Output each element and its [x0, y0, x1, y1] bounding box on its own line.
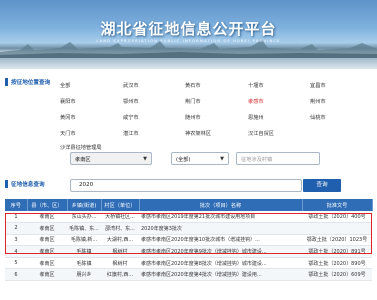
results-table: 序号 县（市、区） 乡镇(街道) 村区（单位） 批次（项目）名称 批准文号 1 … [5, 199, 373, 282]
region-link[interactable]: 天门市 [60, 130, 76, 137]
table-row[interactable]: 6 孝南区 朋兴乡 红旗村,西... 孝感市孝南区2020年度第4批次（增减挂钩… [5, 268, 372, 282]
col-header-village: 村区（单位） [101, 199, 140, 211]
cell-village: 大湖村,西... [101, 234, 139, 247]
cell-village: 邵湾村、东... [101, 222, 139, 235]
cell-index: 3 [5, 234, 27, 247]
cell-village: 大桥镇社区... [101, 211, 139, 224]
site-subtitle: LAND EXPROPRIATION PUBLIC INFORMATION OF… [96, 39, 281, 43]
type-select-value: (全部) [176, 157, 191, 163]
search-button[interactable]: 查询 [303, 179, 341, 192]
col-header-index: 序号 [5, 199, 28, 211]
region-link[interactable]: 黄石市 [185, 82, 201, 89]
region-link[interactable]: 宜昌市 [310, 82, 326, 89]
region-link[interactable]: 襄阳市 [60, 98, 76, 105]
col-header-batch: 批次（项目）名称 [139, 199, 303, 211]
region-section-heading: 按征地位置查询 [5, 78, 50, 86]
cell-approval: 鄂政土批〔2020〕890号 [302, 257, 372, 270]
cell-approval [302, 222, 372, 235]
chevron-down-icon: ▼ [220, 156, 224, 162]
cell-town: 毛陈镇、东... [67, 222, 101, 235]
cell-town: 毛陈镇 [67, 245, 101, 258]
region-link[interactable]: 鄂州市 [123, 98, 139, 105]
region-link[interactable]: 全部 [60, 82, 70, 89]
site-title: 湖北省征地信息公开平台 [100, 20, 277, 38]
village-filter-input[interactable]: 征地涉及村镇 [236, 152, 320, 165]
region-link[interactable]: 随州市 [185, 114, 201, 121]
cell-approval: 鄂政土批〔2020〕609号 [302, 268, 372, 282]
region-link-active[interactable]: 孝感市 [248, 98, 264, 105]
region-link[interactable]: 沙洋县征地管理局 [60, 144, 102, 151]
cell-town: 东山头办... [67, 211, 101, 224]
cell-county: 孝南区 [27, 222, 67, 235]
info-section-label: 征地信息查询 [11, 182, 45, 188]
cell-index: 6 [5, 268, 27, 282]
region-link[interactable]: 荆门市 [185, 98, 201, 105]
cell-batch[interactable]: 孝感市孝南区2019年度第21批次城市建设用地项目 [139, 211, 302, 224]
district-select[interactable]: 孝南区 ▼ [70, 152, 152, 165]
cell-town: 朋兴乡 [67, 268, 101, 282]
cell-approval: 鄂政土批〔2020〕1023号 [302, 234, 372, 247]
region-link[interactable]: 黄冈市 [60, 114, 76, 121]
cell-county: 孝南区 [27, 234, 67, 247]
cell-town: 毛陈镇,新... [67, 234, 101, 247]
cell-index: 2 [5, 222, 27, 235]
region-link[interactable]: 咸宁市 [123, 114, 139, 121]
heading-bar-icon [5, 78, 8, 86]
cell-index: 4 [5, 245, 27, 258]
heading-bar-icon [5, 180, 8, 188]
cell-batch[interactable]: 孝感市孝南区2020年度第8批次（增减挂钩）城市建设... [139, 257, 302, 270]
header-banner: 湖北省征地信息公开平台 LAND EXPROPRIATION PUBLIC IN… [0, 0, 377, 69]
region-link[interactable]: 十堰市 [248, 82, 264, 89]
region-link[interactable]: 武汉市 [123, 82, 139, 89]
cell-county: 孝南区 [27, 257, 67, 270]
lake-water [0, 58, 377, 69]
region-link[interactable]: 恩施州 [248, 114, 264, 121]
cell-village: 红旗村,西... [101, 268, 139, 282]
cell-approval: 鄂政土批〔2020〕400号 [302, 211, 372, 224]
col-header-approval: 批准文号 [302, 199, 373, 211]
cell-index: 5 [5, 257, 27, 270]
cell-batch[interactable]: 孝感市孝南区2020年度第4批次（增减挂钩）建设用... [139, 268, 302, 282]
region-link[interactable]: 神农架林区 [185, 130, 211, 137]
region-link[interactable]: 汉江自贸区 [248, 130, 274, 137]
cell-batch[interactable]: 2020年度第3批次 [139, 222, 302, 235]
cell-approval: 鄂政土批〔2020〕891号 [302, 245, 372, 258]
type-select[interactable]: (全部) ▼ [171, 152, 229, 165]
table-row[interactable]: 1 孝南区 东山头办... 大桥镇社区... 孝感市孝南区2019年度第21批次… [5, 211, 372, 224]
col-header-town: 乡镇(街道) [67, 199, 102, 211]
region-section-label: 按征地位置查询 [11, 80, 51, 86]
cell-index: 1 [5, 211, 27, 224]
region-link[interactable]: 荆州市 [310, 98, 326, 105]
info-section-heading: 征地信息查询 [5, 180, 45, 188]
keyword-search-input[interactable]: 2020 [70, 179, 302, 192]
table-row[interactable]: 3 孝南区 毛陈镇,新... 大湖村,西... 孝感市孝南区2020年度第10批… [5, 234, 372, 247]
region-link[interactable]: 仙桃市 [310, 114, 326, 121]
table-row[interactable]: 2 孝南区 毛陈镇、东... 邵湾村、东... 2020年度第3批次 [5, 222, 372, 235]
table-row[interactable]: 4 孝南区 毛陈镇 枫树村 孝感市孝南区2020年度第9批次（增减挂钩）城市建设… [5, 245, 372, 258]
cell-county: 孝南区 [27, 211, 67, 224]
table-header-row: 序号 县（市、区） 乡镇(街道) 村区（单位） 批次（项目）名称 批准文号 [5, 199, 373, 211]
district-select-value: 孝南区 [75, 157, 91, 163]
region-link[interactable]: 潜江市 [123, 130, 139, 137]
cell-village: 枫树村 [101, 245, 139, 258]
cell-county: 孝南区 [27, 245, 67, 258]
cell-village: 枫树村 [101, 257, 139, 270]
cell-batch[interactable]: 孝感市孝南区2020年度第10批次城市（增减挂钩）... [139, 234, 302, 247]
cell-town: 毛陈镇 [67, 257, 101, 270]
table-row[interactable]: 5 孝南区 毛陈镇 枫树村 孝感市孝南区2020年度第8批次（增减挂钩）城市建设… [5, 257, 372, 270]
cell-county: 孝南区 [27, 268, 67, 282]
cell-batch[interactable]: 孝感市孝南区2020年度第9批次（增减挂钩）城市建设... [139, 245, 302, 258]
chevron-down-icon: ▼ [143, 156, 147, 162]
col-header-county: 县（市、区） [27, 199, 68, 211]
